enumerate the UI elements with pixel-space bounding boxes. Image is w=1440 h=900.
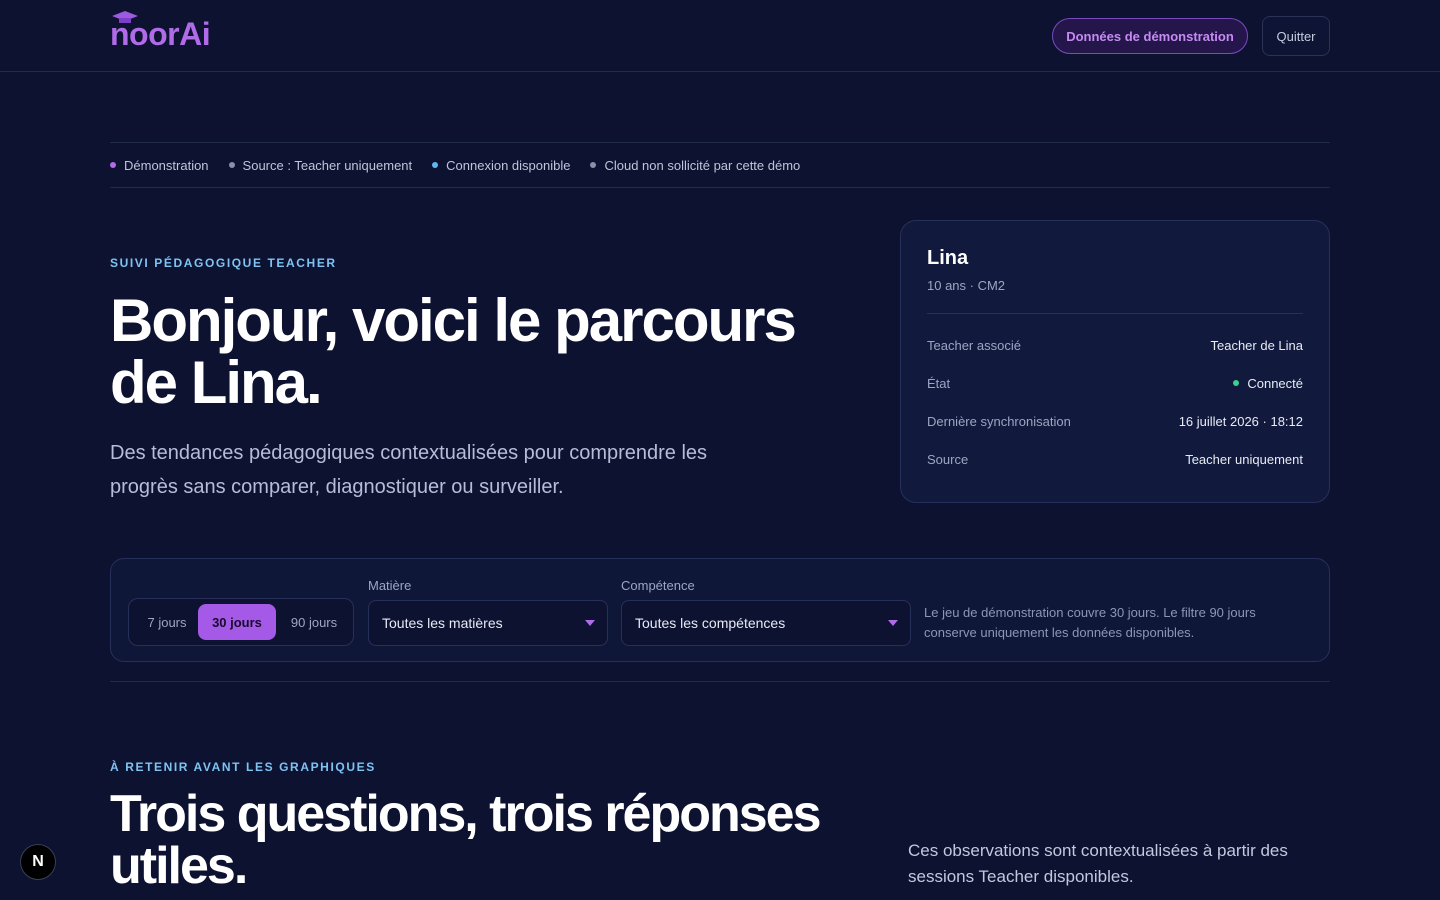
filter-note: Le jeu de démonstration couvre 30 jours.… bbox=[924, 605, 1256, 640]
filters-panel: 7 jours 30 jours 90 jours Matière Toutes… bbox=[110, 558, 1330, 662]
logo[interactable]: noorAi bbox=[110, 11, 211, 54]
skill-select[interactable]: Toutes les compétences bbox=[621, 600, 911, 646]
subject-label: Matière bbox=[368, 578, 412, 593]
section-divider bbox=[110, 681, 1330, 682]
status-dot bbox=[110, 162, 116, 168]
section-eyebrow: À RETENIR AVANT LES GRAPHIQUES bbox=[110, 760, 376, 774]
hero-eyebrow: SUIVI PÉDAGOGIQUE TEACHER bbox=[110, 256, 337, 270]
status-chip-label: Démonstration bbox=[124, 157, 209, 173]
top-bar: noorAi Données de démonstration Quitter bbox=[0, 0, 1440, 72]
profile-row-key: État bbox=[927, 375, 951, 391]
profile-row-key: Source bbox=[927, 451, 969, 467]
hero-subtitle: Des tendances pédagogiques contextualisé… bbox=[110, 442, 708, 498]
status-chip-source: Source : Teacher uniquement bbox=[228, 157, 413, 173]
status-bar: Démonstration Source : Teacher uniquemen… bbox=[110, 142, 1330, 188]
profile-row-state: État Connecté bbox=[927, 373, 1303, 393]
profile-row-sync: Dernière synchronisation 16 juillet 2026… bbox=[927, 411, 1303, 431]
skill-select-value: Toutes les compétences bbox=[635, 615, 786, 631]
graduation-cap-icon bbox=[112, 11, 138, 23]
profile-row-value: Teacher de Lina bbox=[1210, 337, 1303, 353]
period-selector: 7 jours 30 jours 90 jours bbox=[128, 598, 354, 646]
profile-row-key: Dernière synchronisation bbox=[927, 413, 1071, 429]
period-7-days[interactable]: 7 jours bbox=[135, 604, 199, 640]
subject-select[interactable]: Toutes les matières bbox=[368, 600, 608, 646]
status-chip-cloud: Cloud non sollicité par cette démo bbox=[590, 158, 800, 173]
status-dot bbox=[590, 162, 597, 168]
section-title: Trois questions, trois réponses utiles. bbox=[110, 785, 822, 895]
profile-row-value: 16 juillet 2026 · 18:12 bbox=[1178, 413, 1303, 429]
section-note: Ces observations sont contextualisées à … bbox=[908, 841, 1288, 886]
profile-row-source: Source Teacher uniquement bbox=[927, 449, 1303, 469]
card-divider bbox=[927, 313, 1303, 314]
status-chip-connection: Connexion disponible bbox=[432, 158, 570, 173]
status-chip-label: Cloud non sollicité par cette démo bbox=[604, 157, 801, 173]
profile-row-key: Teacher associé bbox=[927, 337, 1021, 353]
status-chip-demo: Démonstration bbox=[110, 158, 209, 173]
subject-select-value: Toutes les matières bbox=[382, 615, 503, 631]
period-90-days[interactable]: 90 jours bbox=[279, 604, 349, 640]
status-chip-label: Connexion disponible bbox=[446, 157, 571, 173]
period-30-days[interactable]: 30 jours bbox=[198, 604, 276, 640]
demo-data-button[interactable]: Données de démonstration bbox=[1052, 18, 1248, 54]
chevron-down-icon bbox=[585, 620, 595, 626]
status-dot bbox=[228, 162, 235, 168]
chevron-down-icon bbox=[888, 620, 898, 626]
profile-row-value: Connecté bbox=[1247, 375, 1303, 391]
student-meta: 10 ans · CM2 bbox=[927, 278, 1006, 293]
dev-tools-badge[interactable]: N bbox=[20, 844, 56, 880]
connected-dot-icon bbox=[1233, 380, 1240, 386]
profile-row-value: Teacher uniquement bbox=[1185, 451, 1303, 467]
status-dot bbox=[432, 162, 439, 168]
page-title: Bonjour, voici le parcours de Lina. bbox=[110, 287, 797, 416]
student-name: Lina bbox=[927, 247, 969, 269]
skill-label: Compétence bbox=[621, 578, 695, 593]
student-profile-card: Lina 10 ans · CM2 Teacher associé Teache… bbox=[900, 220, 1330, 503]
connection-status: Connecté bbox=[1233, 376, 1303, 391]
profile-row-teacher: Teacher associé Teacher de Lina bbox=[927, 335, 1303, 355]
quit-button[interactable]: Quitter bbox=[1262, 16, 1330, 56]
status-chip-label: Source : Teacher uniquement bbox=[242, 157, 413, 173]
